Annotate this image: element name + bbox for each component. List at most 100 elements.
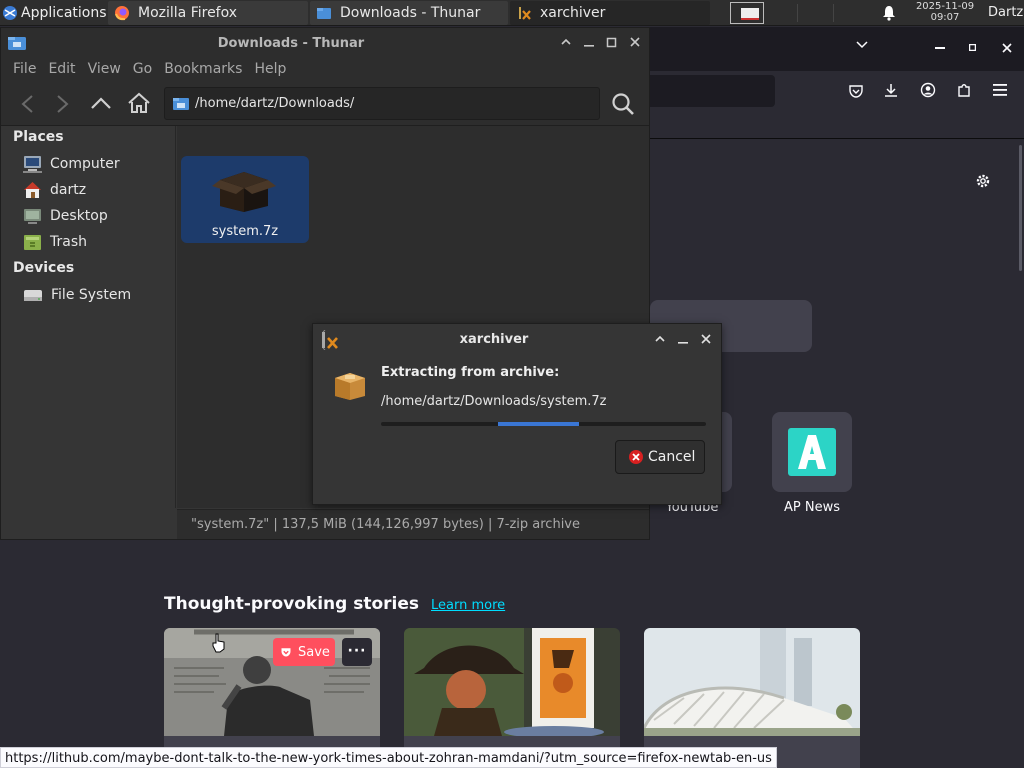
- location-text: /home/dartz/Downloads/: [195, 96, 355, 111]
- home-icon: [23, 181, 42, 199]
- app-menu-icon[interactable]: [993, 84, 1007, 96]
- menu-view[interactable]: View: [76, 58, 121, 82]
- file-name: system.7z: [211, 224, 279, 239]
- maximize-icon[interactable]: [606, 35, 620, 49]
- progress-fill: [498, 422, 580, 426]
- pocket-icon: [280, 646, 292, 658]
- sidebar-item-desktop[interactable]: Desktop: [23, 205, 108, 227]
- user-menu[interactable]: Dartz: [988, 5, 1023, 20]
- menu-help[interactable]: Help: [242, 58, 286, 82]
- back-icon[interactable]: [20, 94, 34, 114]
- window-shade-icon[interactable]: [560, 35, 574, 49]
- sidebar-item-dartz[interactable]: dartz: [23, 179, 86, 201]
- extraction-progress-bar: [381, 422, 706, 426]
- minimize-icon[interactable]: [583, 35, 597, 49]
- window-title: Downloads - Thunar: [217, 36, 365, 51]
- menu-bookmarks[interactable]: Bookmarks: [152, 58, 242, 82]
- places-heading: Places: [13, 129, 64, 145]
- maximize-icon[interactable]: [969, 44, 976, 51]
- devices-heading: Devices: [13, 260, 75, 276]
- save-label: Save: [298, 644, 330, 660]
- mouse-pointer-icon: [211, 633, 227, 653]
- minimize-icon[interactable]: [677, 332, 691, 346]
- close-icon[interactable]: [700, 332, 714, 346]
- story-context-menu-button[interactable]: ···: [342, 638, 372, 666]
- menu-go[interactable]: Go: [121, 58, 152, 82]
- thunar-statusbar: "system.7z" | 137,5 MiB (144,126,997 byt…: [177, 509, 649, 539]
- shortcut-tile-apnews[interactable]: [772, 412, 852, 492]
- package-icon: [331, 368, 369, 400]
- task-label: Downloads - Thunar: [340, 5, 481, 21]
- link-status-bar: https://lithub.com/maybe-dont-talk-to-th…: [0, 747, 777, 768]
- top-panel: Applications Mozilla Firefox Downloads -…: [0, 0, 1024, 26]
- close-icon[interactable]: [629, 35, 643, 49]
- search-icon[interactable]: [611, 92, 635, 116]
- clock[interactable]: 2025-11-09 09:07: [910, 1, 980, 23]
- computer-icon: [23, 155, 42, 173]
- task-xarchiver[interactable]: xarchiver: [510, 1, 710, 25]
- applications-menu-button[interactable]: Applications: [0, 0, 112, 26]
- firefox-icon: [114, 5, 130, 21]
- workspace-switcher[interactable]: [730, 2, 764, 24]
- account-icon[interactable]: [920, 82, 936, 98]
- menu-file[interactable]: File: [1, 58, 36, 82]
- cancel-button[interactable]: Cancel: [615, 440, 705, 474]
- thunar-icon: [316, 5, 332, 21]
- archive-icon: [212, 164, 276, 212]
- parent-folder-icon[interactable]: [90, 96, 112, 110]
- save-to-pocket-button[interactable]: Save: [273, 638, 335, 666]
- dialog-heading: Extracting from archive:: [381, 365, 560, 380]
- xarchiver-dialog: xarchiver Extracting from archive: /home…: [312, 323, 722, 505]
- sidebar-item-label: File System: [51, 287, 132, 303]
- clock-date: 2025-11-09: [915, 1, 975, 12]
- home-icon[interactable]: [127, 92, 151, 114]
- drive-icon: [23, 287, 43, 303]
- thunar-toolbar: /home/dartz/Downloads/: [1, 82, 649, 126]
- pocket-icon[interactable]: [848, 83, 864, 99]
- task-label: xarchiver: [540, 5, 606, 21]
- forward-icon[interactable]: [56, 94, 70, 114]
- url-bar[interactable]: [650, 75, 775, 107]
- trash-icon: [23, 233, 42, 251]
- apnews-icon: [788, 428, 836, 476]
- shortcut-label: AP News: [784, 500, 840, 515]
- downloads-icon[interactable]: [883, 82, 899, 98]
- sidebar-item-file-system[interactable]: File System: [23, 284, 131, 306]
- xfce-logo-icon: [2, 5, 18, 21]
- sidebar-item-computer[interactable]: Computer: [23, 153, 120, 175]
- page-scrollbar[interactable]: [1019, 145, 1022, 271]
- applications-label: Applications: [21, 5, 107, 21]
- task-thunar[interactable]: Downloads - Thunar: [310, 1, 508, 25]
- archive-path: /home/dartz/Downloads/system.7z: [381, 394, 607, 409]
- extensions-icon[interactable]: [956, 82, 972, 98]
- dialog-title: xarchiver: [459, 332, 529, 347]
- cancel-icon: [628, 449, 644, 465]
- list-tabs-chevron-icon[interactable]: [856, 41, 868, 49]
- task-label: Mozilla Firefox: [138, 5, 238, 21]
- thunar-menubar: File Edit View Go Bookmarks Help: [1, 58, 649, 82]
- learn-more-link[interactable]: Learn more: [431, 598, 505, 613]
- story-image: [404, 628, 620, 736]
- task-firefox[interactable]: Mozilla Firefox: [108, 1, 308, 25]
- stories-heading: Thought-provoking stories: [164, 594, 420, 614]
- firefox-tabbar: [650, 27, 1024, 71]
- newtab-settings-gear-icon[interactable]: [975, 173, 991, 189]
- menu-edit[interactable]: Edit: [36, 58, 75, 82]
- desktop-icon: [23, 207, 42, 225]
- clock-time: 09:07: [930, 12, 960, 23]
- thunar-sidebar: Places Computer dartz Desktop Trash Devi: [1, 126, 176, 508]
- dialog-titlebar[interactable]: xarchiver: [313, 324, 721, 354]
- story-image: [644, 628, 860, 736]
- sidebar-item-label: Trash: [50, 234, 87, 250]
- window-shade-icon[interactable]: [654, 332, 668, 346]
- close-icon[interactable]: [1002, 43, 1012, 53]
- notification-bell-icon[interactable]: [882, 5, 896, 21]
- file-item[interactable]: system.7z: [181, 156, 309, 243]
- sidebar-item-label: dartz: [50, 182, 87, 198]
- xarchiver-icon: [516, 5, 532, 21]
- location-entry[interactable]: /home/dartz/Downloads/: [164, 87, 600, 120]
- thunar-titlebar[interactable]: Downloads - Thunar: [1, 28, 649, 58]
- sidebar-item-trash[interactable]: Trash: [23, 231, 87, 253]
- bookmarks-toolbar: [650, 111, 1024, 139]
- minimize-icon[interactable]: [935, 47, 945, 49]
